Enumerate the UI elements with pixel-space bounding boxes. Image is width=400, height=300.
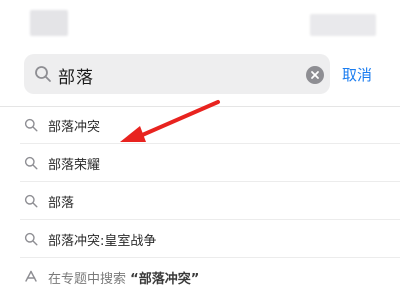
suggestion-label: 部落冲突:皇室战争 [48,234,157,249]
suggestion-item[interactable]: 部落 [0,182,400,220]
blurred-status-right [310,14,376,36]
blurred-status-left [30,10,68,36]
suggestion-item[interactable]: 部落冲突 [0,106,400,144]
search-icon [24,194,38,208]
search-field[interactable]: 部落 [24,54,330,94]
search-input[interactable]: 部落 [58,63,94,88]
suggestion-label: 部落冲突 [48,120,101,135]
search-icon [24,232,38,246]
suggestion-item[interactable]: 部落荣耀 [0,144,400,182]
search-row: 部落 取消 [0,50,400,98]
search-icon [24,118,38,132]
search-icon [24,156,38,170]
cancel-button[interactable]: 取消 [342,64,372,85]
app-store-icon [25,270,37,282]
suggestion-item[interactable]: 部落冲突:皇室战争 [0,220,400,258]
suggestion-label: 部落 [48,196,75,211]
status-bar [0,0,400,44]
topic-search-prefix: 在专题中搜索 [48,272,127,287]
search-icon [35,66,51,82]
suggestion-label: 部落荣耀 [48,158,101,173]
clear-icon[interactable] [306,66,324,84]
topic-search-label: 在专题中搜索 “部落冲突” [48,268,199,287]
topic-search-item[interactable]: 在专题中搜索 “部落冲突” [0,258,400,296]
topic-search-term: “部落冲突” [130,272,200,287]
